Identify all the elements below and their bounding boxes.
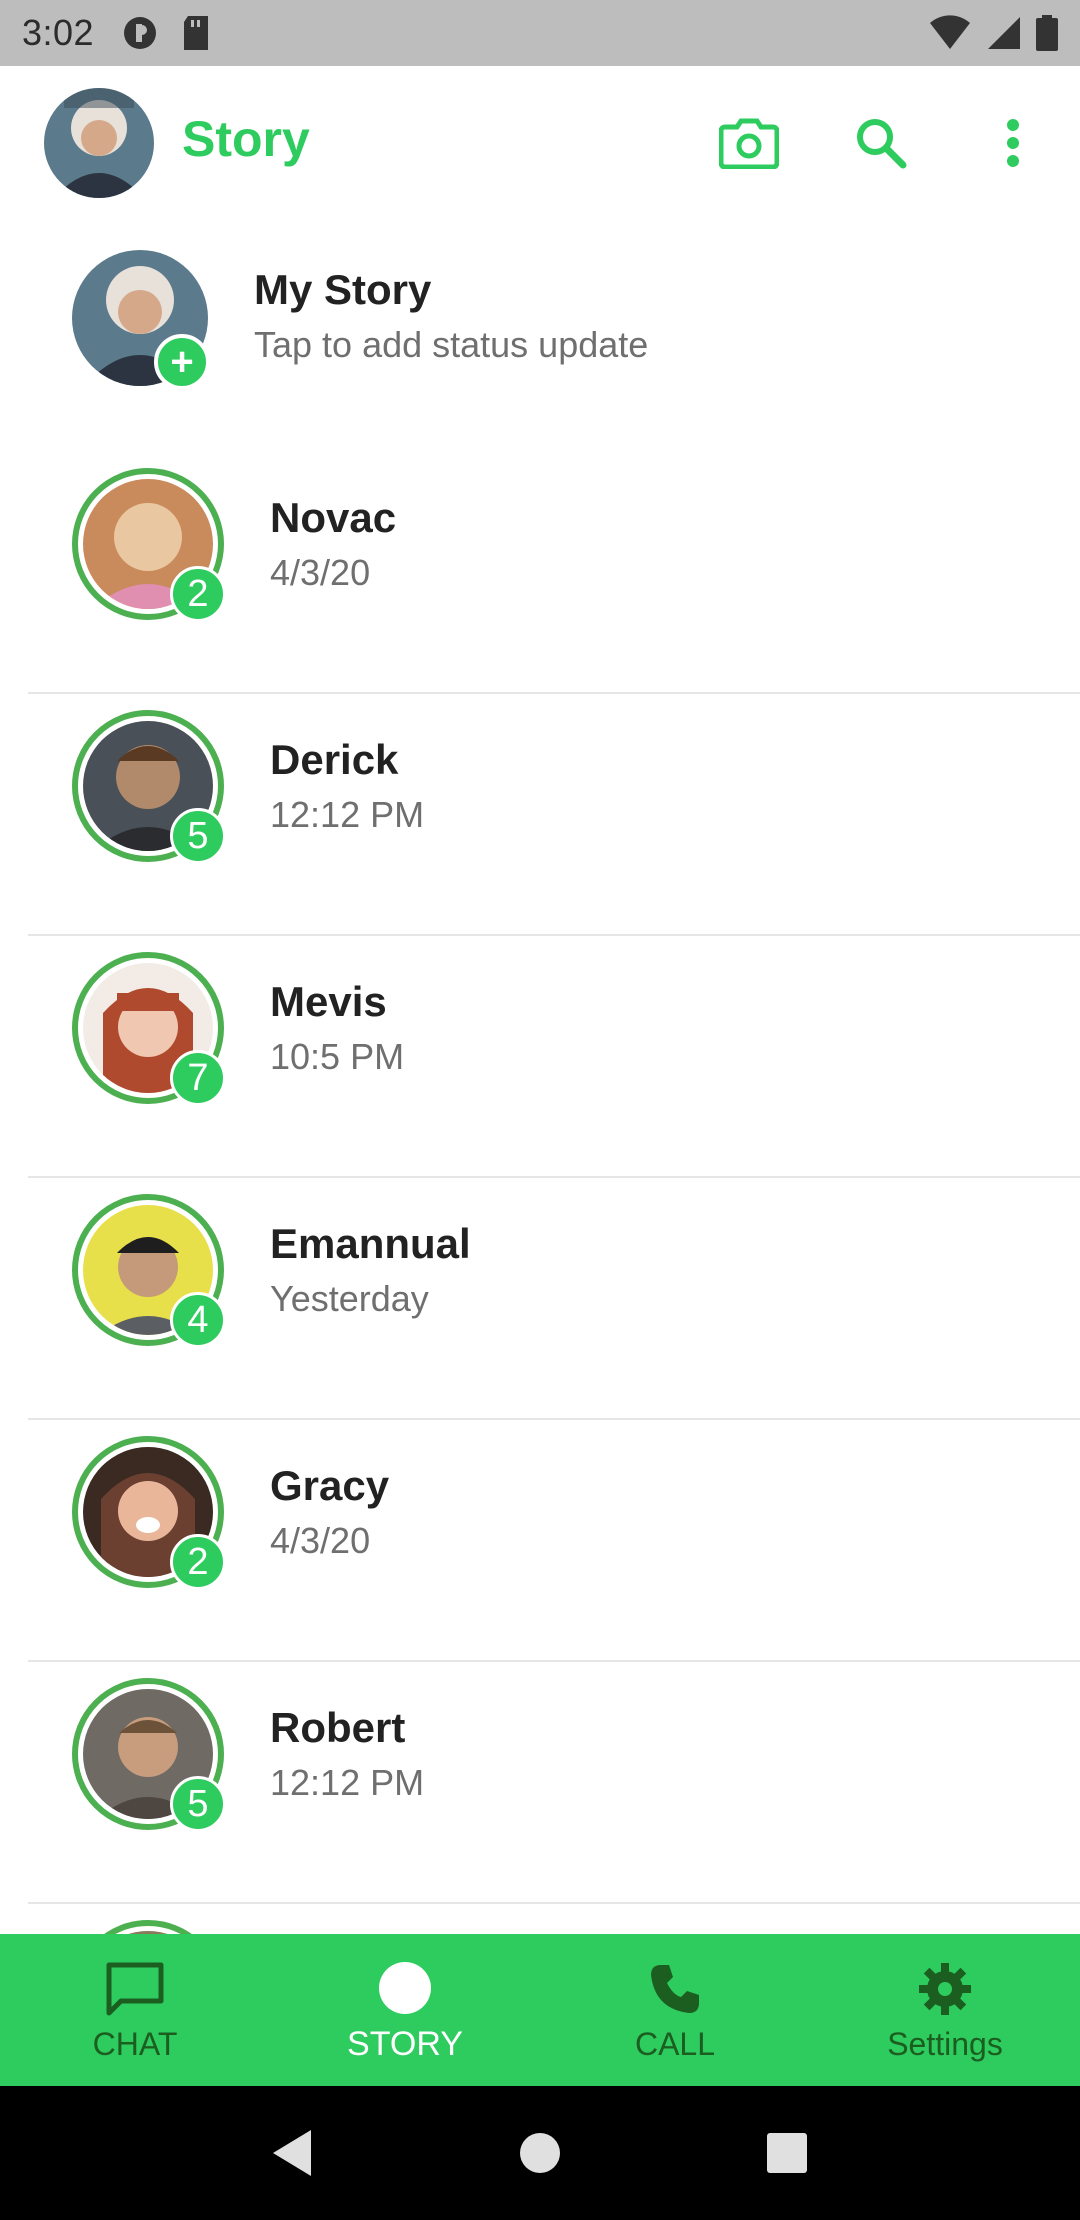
- home-button[interactable]: [510, 2123, 570, 2183]
- tab-settings-label: Settings: [887, 2025, 1003, 2062]
- app-bar: Story: [0, 66, 1080, 220]
- story-time: 4/3/20: [270, 552, 371, 593]
- story-count-badge: 7: [170, 1050, 226, 1106]
- tab-call[interactable]: CALL: [540, 1934, 810, 2086]
- story-time: Yesterday: [270, 1278, 429, 1319]
- story-count-badge: 5: [170, 808, 226, 864]
- signal-icon: [988, 17, 1020, 49]
- status-left-icons: [122, 15, 210, 51]
- page-title: Story: [182, 111, 310, 167]
- search-button[interactable]: [848, 110, 914, 176]
- contact-name: Gracy: [270, 1462, 390, 1509]
- camera-button[interactable]: [716, 110, 782, 176]
- battery-icon: [1036, 15, 1058, 51]
- status-right-icons: [928, 15, 1058, 51]
- contact-name: Mevis: [270, 978, 387, 1025]
- overflow-menu-button[interactable]: [980, 110, 1046, 176]
- story-item-emannual[interactable]: 4 Emannual Yesterday: [0, 1178, 1080, 1420]
- gear-icon: [917, 1958, 973, 2020]
- screen: 3:02 Story + My Story Tap to add status …: [0, 0, 1080, 2220]
- story-time: 12:12 PM: [270, 1762, 425, 1803]
- story-item-gracy[interactable]: 2 Gracy 4/3/20: [0, 1420, 1080, 1662]
- chat-icon: [105, 1958, 165, 2020]
- tab-chat-label: CHAT: [92, 2025, 178, 2062]
- profile-avatar-photo: [44, 88, 154, 198]
- story-count-badge: 2: [170, 1534, 226, 1590]
- tab-call-label: CALL: [634, 2025, 716, 2062]
- status-bar: 3:02: [0, 0, 1080, 66]
- story-count-badge: 2: [170, 566, 226, 622]
- contact-name: Robert: [270, 1704, 406, 1751]
- tab-story-label: STORY: [347, 2024, 463, 2063]
- my-story-subtitle: Tap to add status update: [254, 324, 649, 365]
- my-story-row[interactable]: + My Story Tap to add status update: [0, 240, 1080, 400]
- contact-name: Derick: [270, 736, 399, 783]
- tab-settings[interactable]: Settings: [810, 1934, 1080, 2086]
- story-count-badge: 4: [170, 1292, 226, 1348]
- add-status-icon[interactable]: +: [154, 334, 210, 390]
- wifi-icon: [930, 15, 970, 49]
- tab-chat[interactable]: CHAT: [0, 1934, 270, 2086]
- my-story-title: My Story: [254, 266, 432, 313]
- status-time: 3:02: [22, 12, 95, 53]
- camera-icon: [719, 118, 779, 169]
- sd-card-icon: [184, 16, 209, 50]
- tab-story[interactable]: STORY: [270, 1934, 540, 2086]
- back-triangle-icon: [273, 2130, 312, 2176]
- recents-square-icon: [766, 2133, 807, 2173]
- story-item-mevis[interactable]: 7 Mevis 10:5 PM: [0, 936, 1080, 1178]
- recents-button[interactable]: [757, 2123, 817, 2183]
- story-count-badge: 5: [170, 1776, 226, 1832]
- home-circle-icon: [519, 2133, 560, 2173]
- story-item-derick[interactable]: 5 Derick 12:12 PM: [0, 694, 1080, 936]
- story-time: 4/3/20: [270, 1520, 371, 1561]
- app-notification-icon: [124, 17, 157, 49]
- story-circle-icon: [377, 1957, 433, 2019]
- story-time: 10:5 PM: [270, 1036, 405, 1077]
- bottom-nav: CHAT STORY CALL Settings: [0, 1934, 1080, 2086]
- contact-name: Emannual: [270, 1220, 471, 1267]
- contact-name: Novac: [270, 494, 397, 541]
- profile-avatar[interactable]: [44, 88, 154, 198]
- story-item-robert[interactable]: 5 Robert 12:12 PM: [0, 1662, 1080, 1904]
- more-vertical-icon: [1007, 119, 1019, 167]
- search-icon: [857, 119, 907, 169]
- story-item-novac[interactable]: 2 Novac 4/3/20: [0, 452, 1080, 694]
- system-nav-bar: [0, 2086, 1080, 2220]
- story-list: 2 Novac 4/3/20 5 Derick 12:12 PM 7 Mevis…: [0, 452, 1080, 2072]
- story-time: 12:12 PM: [270, 794, 425, 835]
- back-button[interactable]: [263, 2123, 323, 2183]
- phone-icon: [647, 1958, 703, 2020]
